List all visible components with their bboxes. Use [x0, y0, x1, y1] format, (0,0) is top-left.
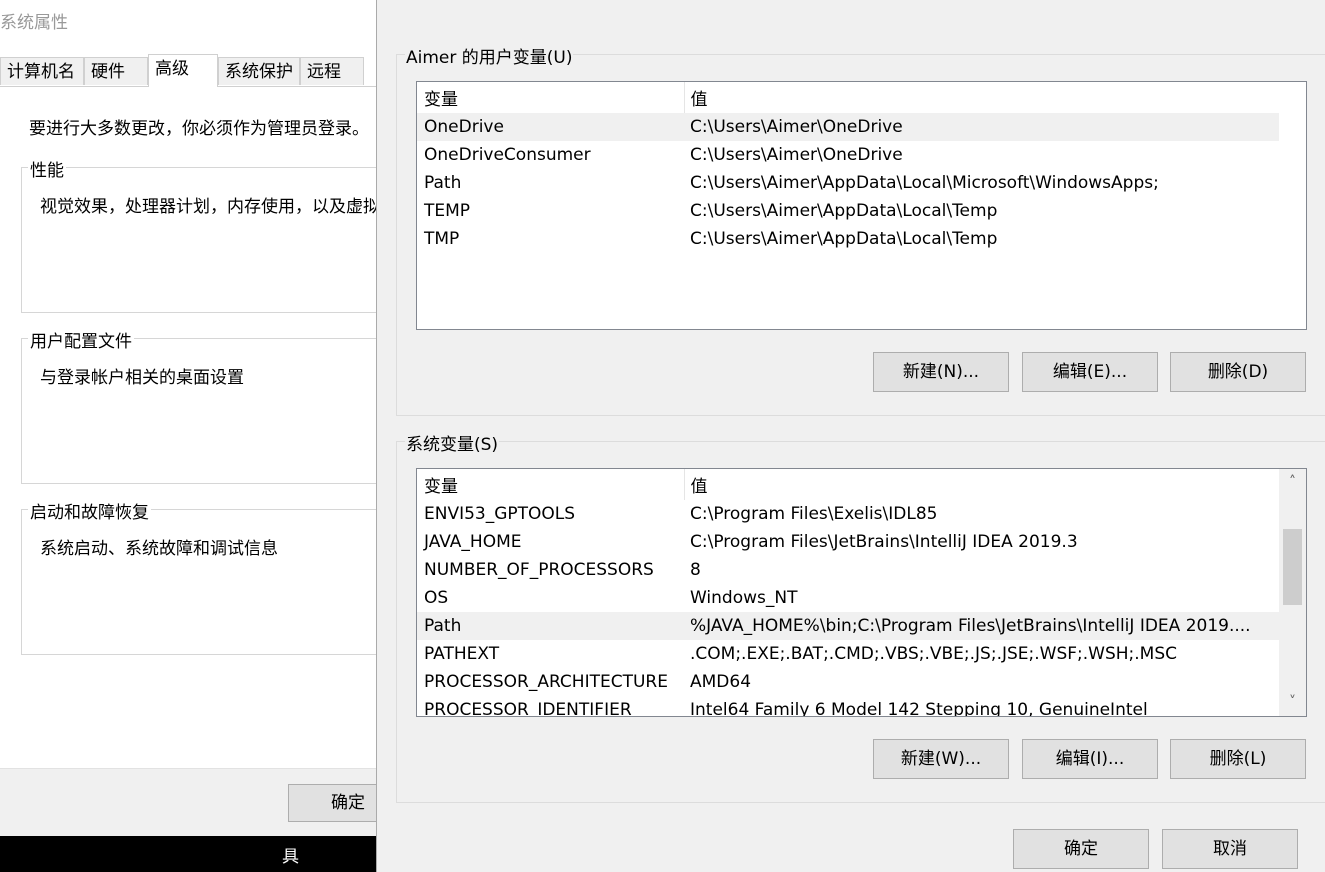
- variable-name: Path: [424, 173, 462, 193]
- dialog-ok-button[interactable]: 确定: [1013, 829, 1149, 869]
- table-row[interactable]: OS Windows_NT: [417, 584, 1279, 612]
- system-properties-footer: 确定: [0, 768, 376, 837]
- advanced-tab-panel: 要进行大多数更改，你必须作为管理员登录。 性能 视觉效果，处理器计划，内存使用，…: [0, 86, 376, 769]
- variable-value: Windows_NT: [690, 588, 798, 608]
- performance-group-desc: 视觉效果，处理器计划，内存使用，以及虚拟内存: [40, 197, 376, 217]
- taskbar: 具: [0, 836, 376, 872]
- variable-name: OS: [424, 588, 449, 608]
- column-header-value[interactable]: 值: [684, 469, 1279, 500]
- table-header: 变量 值: [417, 469, 1279, 500]
- user-edit-button[interactable]: 编辑(E)...: [1022, 352, 1158, 392]
- column-header-value[interactable]: 值: [684, 82, 1279, 113]
- variable-name: TMP: [424, 229, 460, 249]
- tab-bar: 计算机名 硬件 高级 系统保护 远程: [0, 54, 376, 87]
- startup-recovery-group-title: 启动和故障恢复: [28, 498, 151, 523]
- variable-name: PROCESSOR_ARCHITECTURE: [424, 672, 668, 692]
- variable-name: OneDrive: [417, 113, 684, 141]
- variable-name: NUMBER_OF_PROCESSORS: [424, 560, 654, 580]
- system-edit-button[interactable]: 编辑(I)...: [1022, 739, 1158, 779]
- window-title: 系统属性: [0, 13, 68, 33]
- tab-hardware[interactable]: 硬件: [84, 57, 148, 85]
- system-variables-list[interactable]: 变量 值 ENVI53_GPTOOLS C:\Program Files\Exe…: [416, 468, 1307, 717]
- system-new-button[interactable]: 新建(W)...: [873, 739, 1009, 779]
- environment-variables-dialog: Aimer 的用户变量(U) 变量 值 OneDrive C:\Users\Ai…: [376, 0, 1325, 872]
- variable-value: C:\Program Files\Exelis\IDL85: [690, 504, 938, 524]
- tab-system-protection[interactable]: 系统保护: [218, 57, 300, 85]
- user-variables-list[interactable]: 变量 值 OneDrive C:\Users\Aimer\OneDrive On…: [416, 81, 1307, 330]
- table-row[interactable]: ENVI53_GPTOOLS C:\Program Files\Exelis\I…: [417, 500, 1279, 528]
- variable-name: PATHEXT: [424, 644, 500, 664]
- performance-group: 性能 视觉效果，处理器计划，内存使用，以及虚拟内存: [21, 156, 376, 313]
- variable-value: C:\Users\Aimer\OneDrive: [684, 113, 1279, 141]
- system-properties-window: 系统属性 计算机名 硬件 高级 系统保护 远程 要进行大多数更改，你必须作为管理…: [0, 0, 376, 872]
- variable-name: Path: [417, 612, 684, 640]
- dialog-cancel-button[interactable]: 取消: [1162, 829, 1298, 869]
- table-row[interactable]: PROCESSOR_IDENTIFIER Intel64 Family 6 Mo…: [417, 696, 1279, 717]
- ok-button[interactable]: 确定: [288, 784, 376, 822]
- column-header-variable[interactable]: 变量: [417, 469, 685, 500]
- chevron-up-icon[interactable]: ˄: [1279, 469, 1306, 496]
- user-profiles-group-desc: 与登录帐户相关的桌面设置: [40, 368, 244, 388]
- system-variables-table: 变量 值 ENVI53_GPTOOLS C:\Program Files\Exe…: [417, 469, 1279, 717]
- admin-notice: 要进行大多数更改，你必须作为管理员登录。: [29, 119, 369, 139]
- table-row[interactable]: JAVA_HOME C:\Program Files\JetBrains\Int…: [417, 528, 1279, 556]
- user-variables-table: 变量 值 OneDrive C:\Users\Aimer\OneDrive On…: [417, 82, 1279, 253]
- variable-name: TEMP: [424, 201, 471, 221]
- variable-value: C:\Users\Aimer\AppData\Local\Temp: [690, 229, 998, 249]
- tab-advanced[interactable]: 高级: [148, 54, 218, 87]
- startup-recovery-group: 启动和故障恢复 系统启动、系统故障和调试信息: [21, 498, 376, 655]
- table-row[interactable]: OneDrive C:\Users\Aimer\OneDrive: [417, 113, 1279, 141]
- system-delete-button[interactable]: 删除(L): [1170, 739, 1306, 779]
- user-new-button[interactable]: 新建(N)...: [873, 352, 1009, 392]
- table-row[interactable]: Path C:\Users\Aimer\AppData\Local\Micros…: [417, 169, 1279, 197]
- user-profiles-group-title: 用户配置文件: [28, 327, 134, 352]
- column-header-variable[interactable]: 变量: [417, 82, 685, 113]
- table-row[interactable]: NUMBER_OF_PROCESSORS 8: [417, 556, 1279, 584]
- vertical-scrollbar[interactable]: ˄ ˅: [1279, 469, 1306, 716]
- variable-value: .COM;.EXE;.BAT;.CMD;.VBS;.VBE;.JS;.JSE;.…: [690, 644, 1178, 664]
- chevron-down-icon[interactable]: ˅: [1279, 689, 1306, 716]
- variable-value: C:\Users\Aimer\OneDrive: [690, 145, 903, 165]
- table-row[interactable]: OneDriveConsumer C:\Users\Aimer\OneDrive: [417, 141, 1279, 169]
- user-profiles-group: 用户配置文件 与登录帐户相关的桌面设置: [21, 327, 376, 484]
- table-row[interactable]: PATHEXT .COM;.EXE;.BAT;.CMD;.VBS;.VBE;.J…: [417, 640, 1279, 668]
- system-variables-title: 系统变量(S): [405, 430, 500, 455]
- variable-value: C:\Users\Aimer\AppData\Local\Temp: [690, 201, 998, 221]
- scrollbar-thumb[interactable]: [1283, 529, 1302, 605]
- user-variables-title: Aimer 的用户变量(U): [405, 43, 574, 68]
- tab-computer-name[interactable]: 计算机名: [0, 57, 84, 85]
- variable-value: Intel64 Family 6 Model 142 Stepping 10, …: [690, 700, 1148, 717]
- startup-recovery-group-desc: 系统启动、系统故障和调试信息: [40, 539, 278, 559]
- variable-name: JAVA_HOME: [424, 532, 522, 552]
- variable-value: 8: [690, 560, 701, 580]
- variable-name: ENVI53_GPTOOLS: [424, 504, 576, 524]
- table-row[interactable]: PROCESSOR_ARCHITECTURE AMD64: [417, 668, 1279, 696]
- variable-name: PROCESSOR_IDENTIFIER: [424, 700, 632, 717]
- variable-name: OneDriveConsumer: [424, 145, 591, 165]
- table-row[interactable]: TMP C:\Users\Aimer\AppData\Local\Temp: [417, 225, 1279, 253]
- variable-value: AMD64: [690, 672, 752, 692]
- table-header: 变量 值: [417, 82, 1279, 113]
- user-delete-button[interactable]: 删除(D): [1170, 352, 1306, 392]
- variable-value: C:\Users\Aimer\AppData\Local\Microsoft\W…: [690, 173, 1159, 193]
- performance-group-title: 性能: [28, 156, 66, 181]
- variable-value: %JAVA_HOME%\bin;C:\Program Files\JetBrai…: [684, 612, 1279, 640]
- tab-remote[interactable]: 远程: [300, 57, 364, 85]
- variable-value: C:\Program Files\JetBrains\IntelliJ IDEA…: [690, 532, 1078, 552]
- table-row[interactable]: TEMP C:\Users\Aimer\AppData\Local\Temp: [417, 197, 1279, 225]
- taskbar-label[interactable]: 具: [282, 842, 299, 867]
- table-row[interactable]: Path %JAVA_HOME%\bin;C:\Program Files\Je…: [417, 612, 1279, 640]
